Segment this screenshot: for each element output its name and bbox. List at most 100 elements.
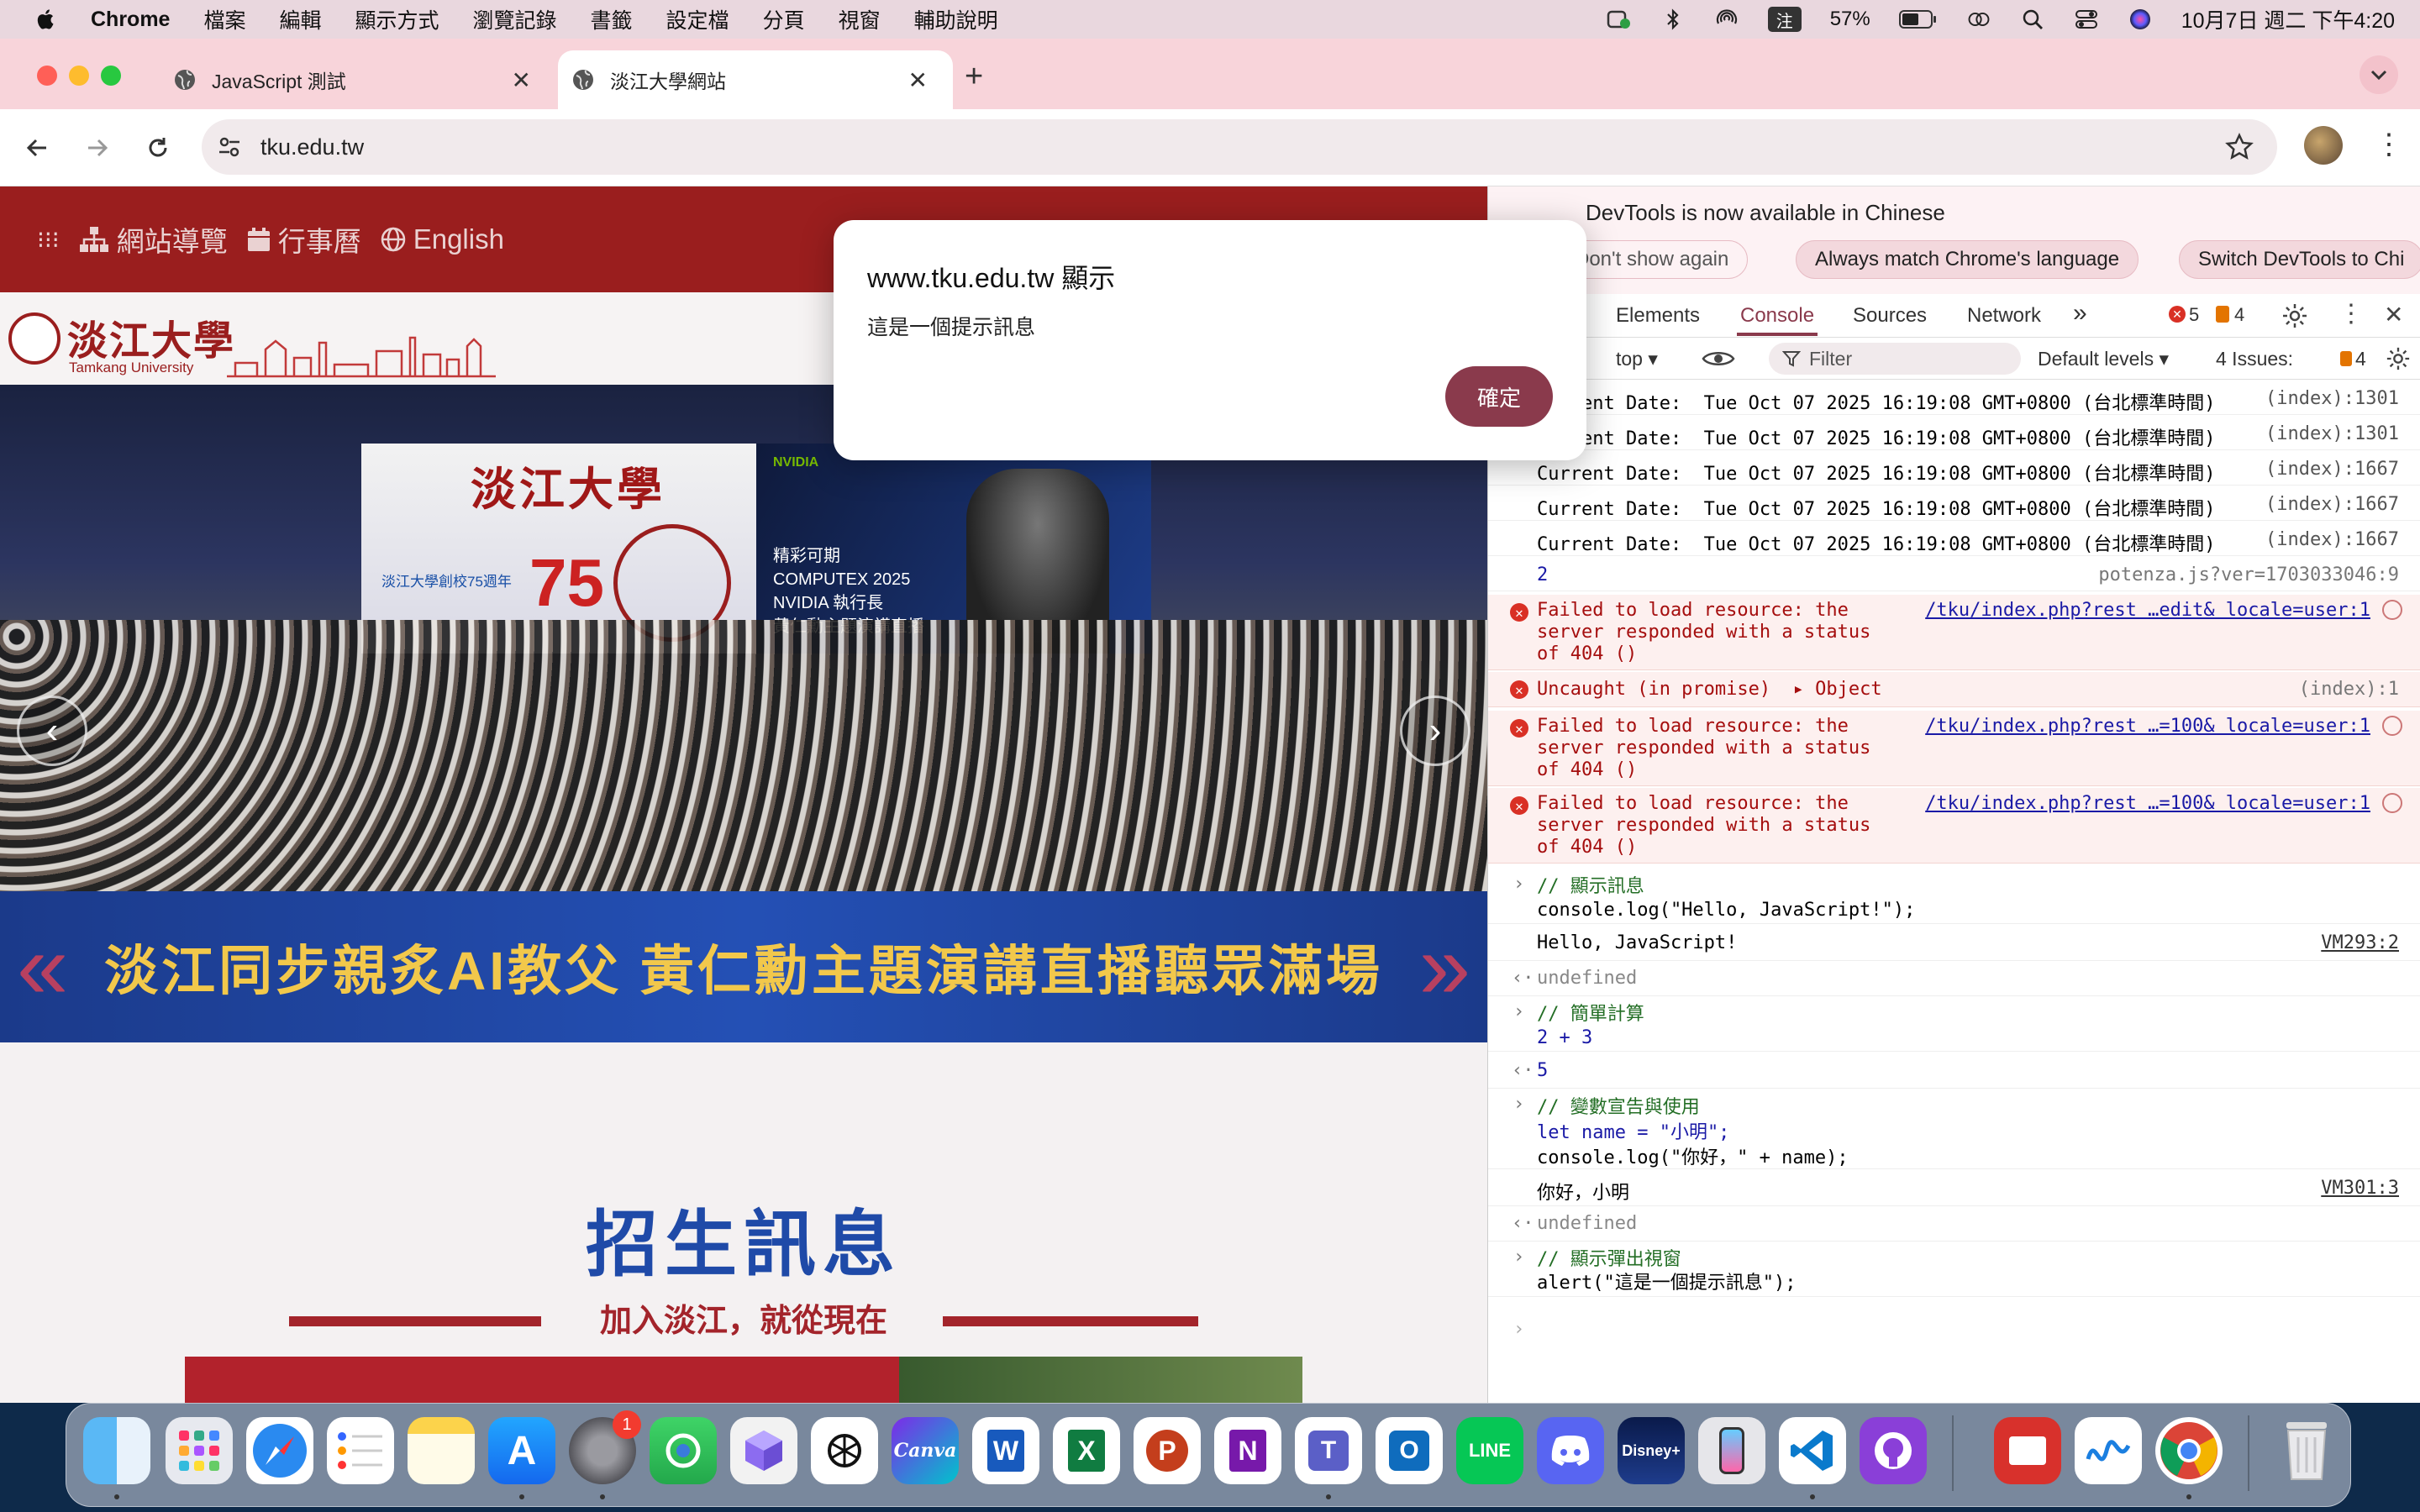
menu-view[interactable]: 顯示方式 xyxy=(355,4,439,34)
input-code[interactable]: // 顯示彈出視窗 alert("這是一個提示訊息"); xyxy=(1537,1248,1796,1295)
warning-count-icon[interactable] xyxy=(2216,306,2229,323)
match-language-button[interactable]: Always match Chrome's language xyxy=(1796,240,2139,279)
hero-carousel[interactable]: 淡江大學 淡江大學創校75週年 75 NVIDIA 精彩可期 COMPUTEX … xyxy=(0,385,1487,891)
word-icon[interactable]: W xyxy=(972,1417,1039,1484)
tab-sources[interactable]: Sources xyxy=(1853,304,1927,328)
input-code[interactable]: // 變數宣告與使用 let name = "小明"; console.log(… xyxy=(1537,1095,1849,1171)
profile-avatar[interactable] xyxy=(2304,126,2343,165)
excel-icon[interactable]: X xyxy=(1053,1417,1120,1484)
close-devtools-icon[interactable]: ✕ xyxy=(2384,301,2403,328)
battery-icon[interactable] xyxy=(1898,8,1938,30)
nav-calendar[interactable]: 行事曆 xyxy=(246,219,361,260)
error-source[interactable]: (index):1 xyxy=(2299,679,2399,700)
input-code[interactable]: // 簡單計算 2 + 3 xyxy=(1537,1003,1644,1050)
screen-mirroring-icon[interactable] xyxy=(1966,8,1991,30)
finder-icon[interactable] xyxy=(83,1417,150,1484)
input-code[interactable]: // 顯示訊息 console.log("Hello, JavaScript!"… xyxy=(1537,875,1915,922)
admission-card-photo[interactable] xyxy=(899,1357,1302,1403)
error-source-link[interactable]: /tku/index.php?rest …=100& locale=user:1 xyxy=(1925,716,2370,737)
menu-history[interactable]: 瀏覽記錄 xyxy=(473,4,557,34)
error-count-icon[interactable]: ✕ xyxy=(2169,306,2186,323)
log-source[interactable]: (index):1301 xyxy=(2265,423,2399,444)
admission-card-red[interactable] xyxy=(185,1357,899,1403)
teams-icon[interactable]: T xyxy=(1295,1417,1362,1484)
tku-seal-logo[interactable] xyxy=(8,312,60,365)
network-request-icon[interactable] xyxy=(2382,716,2402,736)
log-source[interactable]: potenza.js?ver=1703033046:9 xyxy=(2098,564,2399,585)
app-store-icon[interactable]: A xyxy=(488,1417,555,1484)
console-prompt-caret[interactable]: › xyxy=(1513,1319,1524,1340)
line-icon[interactable]: LINE xyxy=(1456,1417,1523,1484)
log-source[interactable]: (index):1667 xyxy=(2265,529,2399,550)
tab-network[interactable]: Network xyxy=(1967,304,2041,328)
disney-plus-icon[interactable]: Disney+ xyxy=(1618,1417,1685,1484)
canva-icon[interactable]: Canva xyxy=(892,1417,959,1484)
close-window-button[interactable] xyxy=(37,66,57,86)
menu-app-name[interactable]: Chrome xyxy=(91,8,170,32)
reload-button[interactable] xyxy=(141,131,175,165)
menu-profiles[interactable]: 設定檔 xyxy=(666,4,729,34)
forward-button[interactable] xyxy=(81,131,114,165)
network-request-icon[interactable] xyxy=(2382,793,2402,813)
log-source[interactable]: (index):1667 xyxy=(2265,494,2399,515)
menu-help[interactable]: 輔助說明 xyxy=(914,4,998,34)
onenote-icon[interactable]: N xyxy=(1214,1417,1281,1484)
grid-menu-icon[interactable]: ⁝⁝⁝ xyxy=(37,226,60,254)
launchpad-icon[interactable] xyxy=(166,1417,233,1484)
menubar-clock[interactable]: 10月7日 週二 下午4:20 xyxy=(2181,4,2395,34)
issues-label[interactable]: 4 Issues: xyxy=(2216,348,2293,370)
github-desktop-icon[interactable] xyxy=(1860,1417,1927,1484)
bluetooth-icon[interactable] xyxy=(1660,8,1686,30)
tab-javascript-test[interactable]: JavaScript 測試 ✕ xyxy=(165,50,556,109)
menu-file[interactable]: 檔案 xyxy=(203,4,245,34)
live-expression-eye-icon[interactable] xyxy=(1702,348,1735,370)
powerpoint-icon[interactable]: P xyxy=(1134,1417,1201,1484)
alert-ok-button[interactable]: 確定 xyxy=(1445,366,1553,427)
log-source[interactable]: (index):1301 xyxy=(2265,388,2399,409)
discord-icon[interactable] xyxy=(1537,1417,1604,1484)
vscode-icon[interactable] xyxy=(1779,1417,1846,1484)
photo-booth-icon[interactable] xyxy=(1994,1417,2061,1484)
bookmark-star-icon[interactable] xyxy=(2225,133,2254,161)
console-settings-gear-icon[interactable] xyxy=(2386,346,2411,371)
input-method-icon[interactable]: 注 xyxy=(1767,7,1802,32)
devtools-more-menu-icon[interactable]: ⋮ xyxy=(2338,299,2364,328)
safari-icon[interactable] xyxy=(246,1417,313,1484)
reminders-icon[interactable] xyxy=(327,1417,394,1484)
menu-edit[interactable]: 編輯 xyxy=(279,4,321,34)
menu-window[interactable]: 視窗 xyxy=(839,4,881,34)
apple-logo-icon[interactable] xyxy=(34,7,59,32)
notes-icon[interactable] xyxy=(408,1417,475,1484)
tab-tku-website[interactable]: 淡江大學網站 ✕ xyxy=(558,50,953,109)
spotlight-search-icon[interactable] xyxy=(2020,8,2045,30)
freeform-icon[interactable] xyxy=(2075,1417,2142,1484)
tab-elements[interactable]: Elements xyxy=(1616,304,1700,328)
airdrop-icon[interactable] xyxy=(1714,8,1739,30)
tab-search-button[interactable] xyxy=(2360,55,2398,94)
error-source-link[interactable]: /tku/index.php?rest …edit& locale=user:1 xyxy=(1925,600,2370,621)
console-filter-input[interactable]: Filter xyxy=(1769,343,2021,375)
iphone-mirroring-icon[interactable] xyxy=(1698,1417,1765,1484)
tab-console[interactable]: Console xyxy=(1740,304,1814,328)
chatgpt-icon[interactable] xyxy=(811,1417,878,1484)
error-message[interactable]: Uncaught (in promise) ▸ Object xyxy=(1537,679,1882,700)
log-levels-dropdown[interactable]: Default levels ▾ xyxy=(2038,348,2169,370)
minimize-window-button[interactable] xyxy=(69,66,89,86)
settings-gear-icon[interactable] xyxy=(2281,302,2308,329)
log-source[interactable]: (index):1667 xyxy=(2265,459,2399,480)
news-banner[interactable]: « 淡江同步親炙AI教父 黃仁勳主題演講直播聽眾滿場 » xyxy=(0,891,1487,1042)
zoom-window-button[interactable] xyxy=(101,66,121,86)
close-tab-icon[interactable]: ✕ xyxy=(908,66,928,94)
control-center-icon[interactable] xyxy=(2074,8,2099,30)
issues-count[interactable]: 4 xyxy=(2355,348,2366,370)
output-source-link[interactable]: VM293:2 xyxy=(2321,932,2399,953)
more-tabs-icon[interactable]: » xyxy=(2073,299,2087,328)
nav-english[interactable]: English xyxy=(380,223,504,255)
trash-icon[interactable] xyxy=(2273,1417,2340,1484)
network-request-icon[interactable] xyxy=(2382,600,2402,620)
address-bar[interactable]: tku.edu.tw xyxy=(202,119,2277,175)
carousel-next-button[interactable]: › xyxy=(1400,696,1470,766)
chrome-menu-icon[interactable]: ⋮ xyxy=(2375,128,2403,161)
menu-tab[interactable]: 分頁 xyxy=(763,4,805,34)
error-count[interactable]: 5 xyxy=(2189,304,2199,326)
